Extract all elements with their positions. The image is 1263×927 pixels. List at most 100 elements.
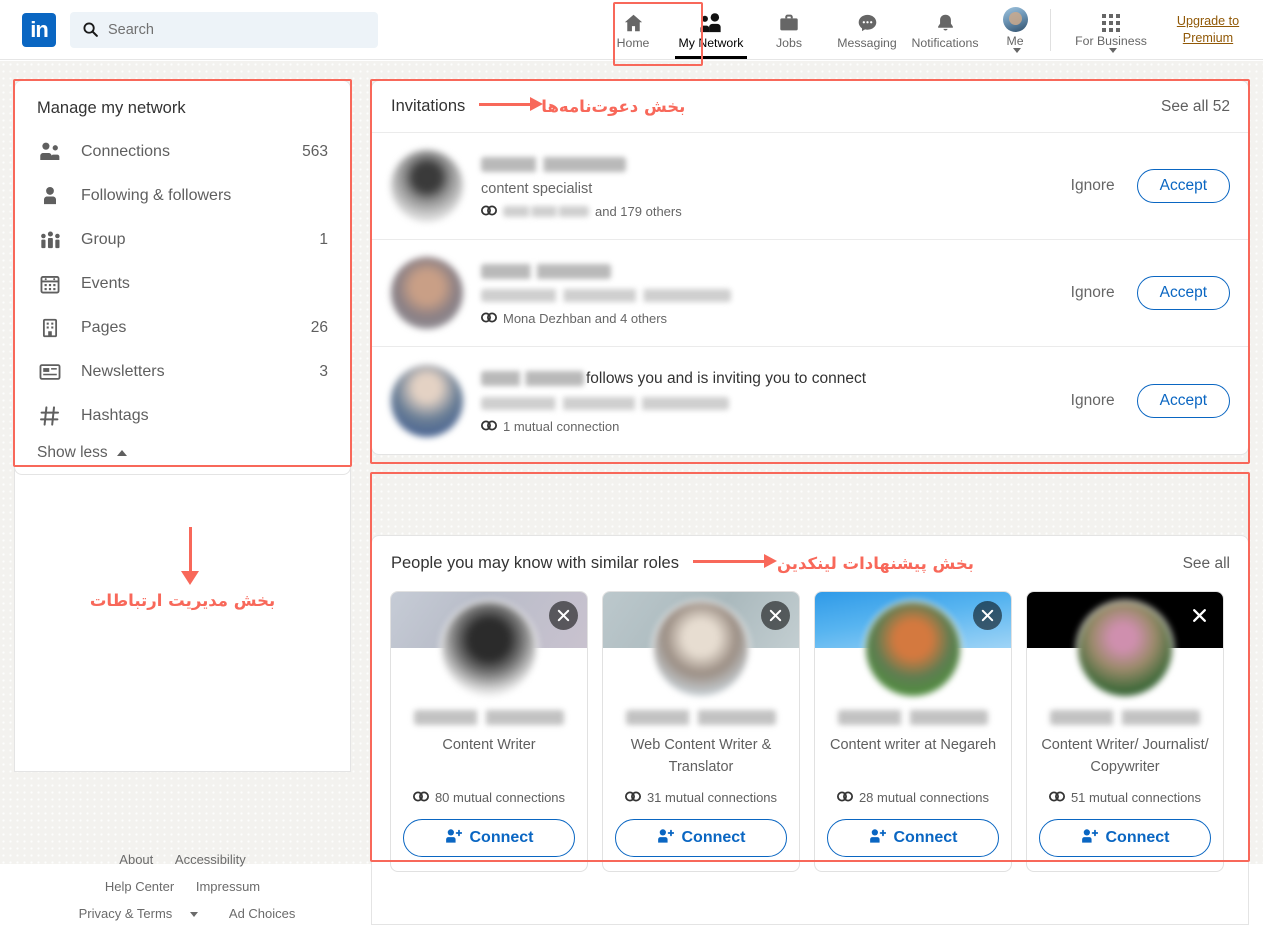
connections-icon <box>37 142 63 162</box>
invitation-name-redacted <box>481 156 626 172</box>
sidebar-item-newsletters[interactable]: Newsletters 3 <box>15 350 350 394</box>
nav-right-group: Home My Network Jobs Messaging Notificat… <box>594 0 1263 60</box>
accept-button[interactable]: Accept <box>1136 276 1230 310</box>
mutual-connections-icon <box>481 419 497 434</box>
sidebar-item-following-followers-label: Following & followers <box>81 187 232 204</box>
nav-item-jobs[interactable]: Jobs <box>750 1 828 59</box>
dismiss-card-button[interactable] <box>761 601 790 630</box>
footer-link-about[interactable]: About <box>119 852 153 867</box>
nav-item-messaging-label: Messaging <box>837 36 897 50</box>
connect-button-label: Connect <box>893 829 958 846</box>
nav-item-me[interactable]: Me <box>984 1 1046 59</box>
pymk-header: People you may know with similar roles ب… <box>372 536 1248 591</box>
search-input[interactable] <box>108 21 366 38</box>
sidebar-item-pages[interactable]: Pages 26 <box>15 306 350 350</box>
invitation-mutual-connections: 1 mutual connection <box>481 419 1053 434</box>
nav-item-my-network[interactable]: My Network <box>672 1 750 59</box>
dismiss-card-button[interactable] <box>1185 601 1214 630</box>
chevron-down-icon <box>190 912 199 918</box>
person-card[interactable]: Content writer at Negareh 28 mutual conn… <box>814 591 1012 872</box>
upgrade-to-premium-link[interactable]: Upgrade to Premium <box>1165 13 1263 47</box>
sidebar-item-hashtags[interactable]: Hashtags <box>15 394 350 438</box>
linkedin-logo-icon[interactable]: in <box>22 12 56 47</box>
footer-link-privacy-terms[interactable]: Privacy & Terms <box>70 906 208 921</box>
person-name-redacted <box>1050 710 1200 725</box>
notifications-icon <box>935 9 956 34</box>
person-mutual-text: 31 mutual connections <box>646 790 778 805</box>
invitation-subtitle-redacted <box>481 396 729 410</box>
avatar <box>391 150 463 222</box>
connect-button[interactable]: Connect <box>1039 819 1211 857</box>
nav-item-notifications[interactable]: Notifications <box>906 1 984 59</box>
sidebar-item-newsletters-count: 3 <box>319 363 328 380</box>
sidebar-item-group[interactable]: Group 1 <box>15 218 350 262</box>
sidebar-item-hashtags-label: Hashtags <box>81 407 149 424</box>
person-role: Content writer at Negareh <box>829 737 997 753</box>
nav-item-for-business-label: For Business <box>1075 33 1147 48</box>
footer-link-impressum[interactable]: Impressum <box>196 879 260 894</box>
nav-item-jobs-label: Jobs <box>776 36 802 50</box>
home-icon <box>622 9 645 34</box>
footer-links: About Accessibility Help Center Impressu… <box>14 774 351 927</box>
connect-button[interactable]: Connect <box>403 819 575 857</box>
sidebar-item-events[interactable]: Events <box>15 262 350 306</box>
show-less-button[interactable]: Show less <box>15 438 350 464</box>
ignore-button[interactable]: Ignore <box>1067 386 1119 416</box>
connect-button-label: Connect <box>469 829 534 846</box>
person-role: Content Writer/ Journalist/ Copywriter <box>1041 737 1209 775</box>
connect-person-icon <box>869 828 886 849</box>
sidebar-item-pages-label: Pages <box>81 319 127 336</box>
avatar <box>652 600 750 698</box>
show-less-label: Show less <box>37 444 108 461</box>
top-navigation-bar: in Home My Net <box>0 0 1263 60</box>
footer-link-accessibility[interactable]: Accessibility <box>175 852 246 867</box>
following-icon <box>37 186 63 206</box>
connect-button[interactable]: Connect <box>615 819 787 857</box>
connect-person-icon <box>657 828 674 849</box>
accept-button[interactable]: Accept <box>1136 169 1230 203</box>
connect-button[interactable]: Connect <box>827 819 999 857</box>
accept-button[interactable]: Accept <box>1136 383 1230 418</box>
person-mutual-text: 80 mutual connections <box>434 790 566 805</box>
sidebar-item-following-followers[interactable]: Following & followers <box>15 174 350 218</box>
person-name-redacted <box>414 710 564 725</box>
invitation-mutual-connections: and 179 others <box>481 204 1053 219</box>
avatar <box>1076 600 1174 698</box>
sidebar-item-connections[interactable]: Connections 563 <box>15 130 350 174</box>
person-card[interactable]: Web Content Writer & Translator 31 mutua… <box>602 591 800 872</box>
invitation-row[interactable]: Mona Dezhban and 4 others Ignore Accept <box>372 240 1248 347</box>
nav-item-home[interactable]: Home <box>594 1 672 59</box>
person-mutual-text: 28 mutual connections <box>858 790 990 805</box>
invitation-details: content specialist and 179 others <box>481 153 1053 219</box>
dismiss-card-button[interactable] <box>973 601 1002 630</box>
newsletters-icon <box>37 363 63 381</box>
sidebar-item-connections-count: 563 <box>302 143 328 160</box>
nav-item-messaging[interactable]: Messaging <box>828 1 906 59</box>
pymk-see-all-link[interactable]: See all <box>1183 555 1230 573</box>
person-role: Content Writer <box>442 737 536 753</box>
person-card[interactable]: Content Writer/ Journalist/ Copywriter 5… <box>1026 591 1224 872</box>
group-icon <box>37 230 63 250</box>
invitation-mutual-text: and 179 others <box>595 204 682 219</box>
avatar <box>1002 6 1028 32</box>
invitation-row[interactable]: follows you and is inviting you to conne… <box>372 347 1248 454</box>
invitation-name-line: follows you and is inviting you to conne… <box>481 368 1053 390</box>
upgrade-line-2: Premium <box>1182 30 1234 45</box>
person-card[interactable]: Content Writer 80 mutual connections Con… <box>390 591 588 872</box>
invitation-details: Mona Dezhban and 4 others <box>481 260 1053 326</box>
invitation-row[interactable]: content specialist and 179 others Ignore… <box>372 133 1248 240</box>
my-network-icon <box>699 9 724 34</box>
ignore-button[interactable]: Ignore <box>1067 278 1119 308</box>
invitations-see-all-link[interactable]: See all 52 <box>1161 98 1230 116</box>
ignore-button[interactable]: Ignore <box>1067 171 1119 201</box>
footer-link-help-center[interactable]: Help Center <box>105 879 174 894</box>
sidebar-item-events-label: Events <box>81 275 130 292</box>
avatar <box>391 257 463 329</box>
invitation-mutual-text: 1 mutual connection <box>503 418 620 434</box>
dismiss-card-button[interactable] <box>549 601 578 630</box>
pymk-title: People you may know with similar roles <box>391 554 679 572</box>
search-box[interactable] <box>70 11 378 48</box>
nav-item-for-business[interactable]: For Business <box>1057 1 1165 59</box>
person-mutual-connections: 28 mutual connections <box>836 790 990 805</box>
footer-link-ad-choices[interactable]: Ad Choices <box>229 906 295 921</box>
